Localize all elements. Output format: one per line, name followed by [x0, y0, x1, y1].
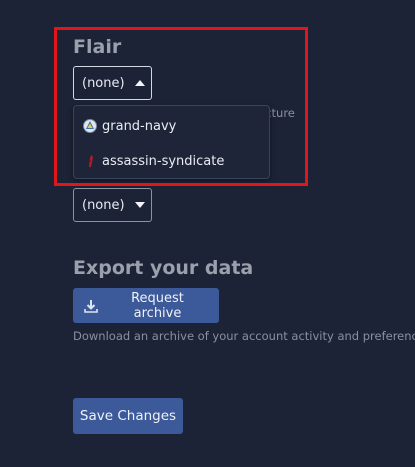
save-changes-button[interactable]: Save Changes [73, 398, 183, 434]
grand-navy-flair-icon [82, 118, 98, 134]
request-archive-label: Request archive [131, 290, 184, 321]
request-archive-button[interactable]: Request archive [73, 288, 219, 323]
export-heading: Export your data [73, 257, 254, 279]
second-flair-select-value: (none) [82, 197, 125, 213]
settings-panel: Flair icture (none) grand-navy assassin-… [0, 0, 415, 467]
flair-select-open[interactable]: (none) [73, 66, 152, 100]
flair-option-label: grand-navy [102, 118, 177, 134]
flair-dropdown-menu: grand-navy assassin-syndicate [73, 105, 270, 179]
export-description: Download an archive of your account acti… [73, 329, 415, 343]
flair-heading: Flair [73, 36, 122, 58]
flair-option-label: assassin-syndicate [102, 153, 225, 169]
caret-up-icon [134, 80, 145, 86]
flair-option-grand-navy[interactable]: grand-navy [82, 115, 176, 137]
assassin-syndicate-flair-icon [82, 153, 98, 169]
second-flair-select[interactable]: (none) [73, 188, 152, 222]
download-icon [83, 298, 99, 314]
caret-down-icon [134, 202, 145, 208]
flair-select-value: (none) [82, 75, 125, 91]
flair-option-assassin-syndicate[interactable]: assassin-syndicate [82, 150, 224, 172]
